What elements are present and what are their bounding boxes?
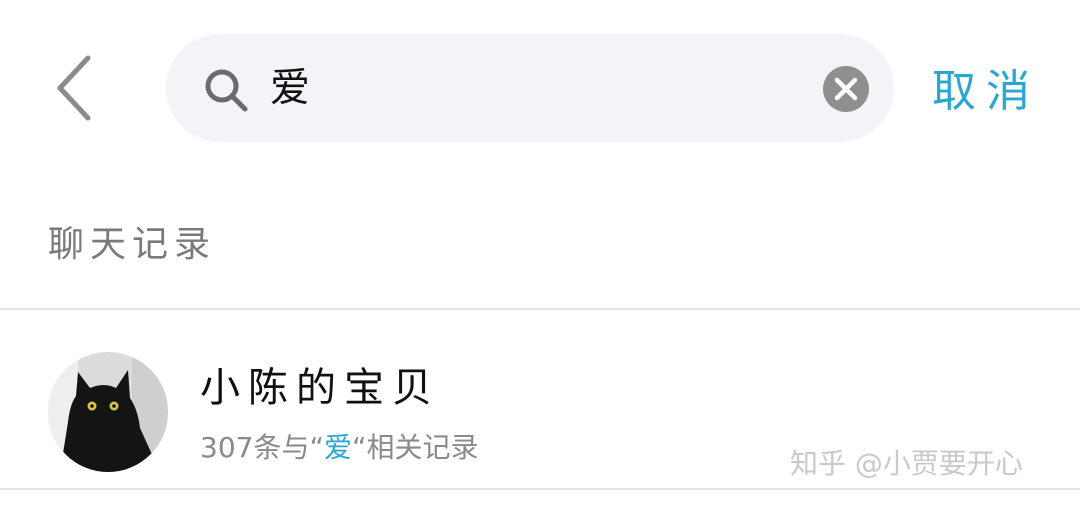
black-cat-avatar-icon [48, 352, 168, 472]
quote-close: “ [352, 431, 367, 464]
cancel-button[interactable]: 取消 [932, 62, 1040, 122]
highlighted-keyword: 爱 [323, 431, 352, 464]
match-count: 307 [200, 431, 254, 464]
avatar [48, 352, 168, 472]
search-page: 爱 取消 聊天记录 小陈的宝贝 307条与“爱“相关记录 知乎 @小贾要开心 [0, 0, 1080, 508]
match-count-suffix: 条与 [253, 431, 310, 464]
section-label-chat-records: 聊天记录 [48, 224, 217, 265]
chat-name: 小陈的宝贝 [200, 365, 440, 411]
chevron-left-icon [57, 55, 91, 121]
back-button[interactable] [44, 52, 104, 124]
search-icon [205, 69, 248, 112]
match-summary: 307条与“爱“相关记录 [200, 426, 479, 470]
search-bar[interactable]: 爱 [166, 34, 894, 142]
quote-open: “ [309, 431, 324, 464]
search-input[interactable]: 爱 [270, 56, 310, 120]
clear-icon[interactable] [822, 65, 870, 113]
record-suffix: 相关记录 [366, 431, 479, 464]
watermark: 知乎 @小贾要开心 [790, 447, 1023, 480]
divider [0, 488, 1080, 490]
